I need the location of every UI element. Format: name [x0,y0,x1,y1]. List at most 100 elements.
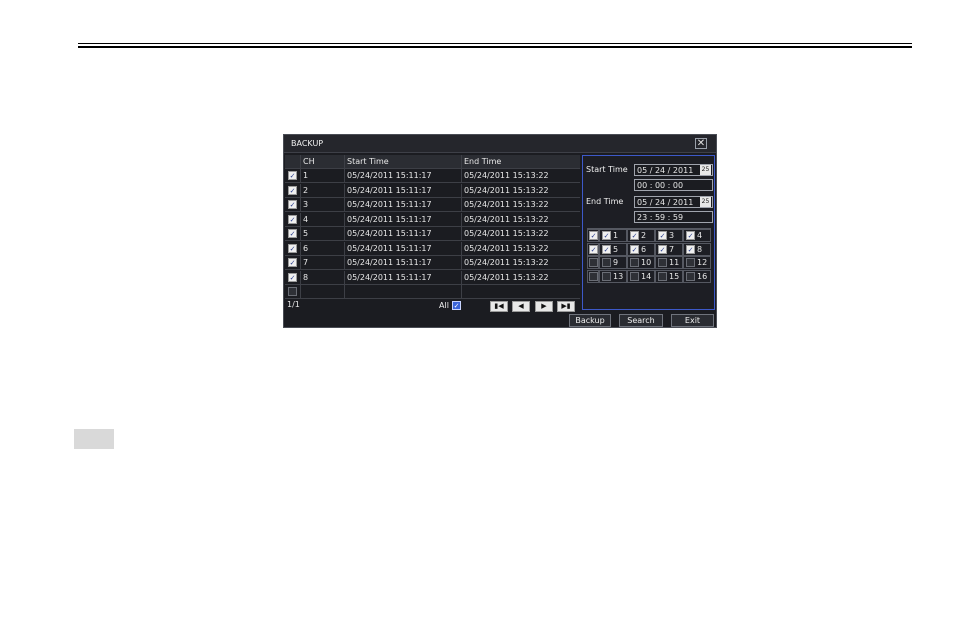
row-checkbox[interactable]: ✓ [288,243,297,253]
row-start-time: 05/24/2011 15:11:17 [344,198,461,212]
header-start-time: Start Time [344,155,461,169]
channel-number: 7 [669,244,675,254]
table-row[interactable]: ✓ 4 05/24/2011 15:11:17 05/24/2011 15:13:22 [285,212,580,227]
close-icon[interactable]: ✕ [695,138,707,149]
row-end-time: 05/24/2011 15:13:22 [461,169,579,183]
table-row[interactable]: ✓ 2 05/24/2011 15:11:17 05/24/2011 15:13:22 [285,183,580,198]
channel-cell: 13 [599,269,627,283]
channel-checkbox[interactable] [630,271,639,281]
channel-row-select [587,256,599,269]
table-row[interactable]: ✓ 6 05/24/2011 15:11:17 05/24/2011 15:13:22 [285,241,580,256]
all-label: All [439,301,449,310]
row-ch: 3 [300,198,344,212]
channel-cell: ✓ 7 [655,242,683,256]
backup-button[interactable]: Backup [569,314,611,327]
channel-cell: ✓ 5 [599,242,627,256]
channel-number: 1 [613,231,619,240]
header-ch: CH [300,155,344,169]
exit-button[interactable]: Exit [671,314,714,327]
channel-cell: ✓ 1 [599,229,627,242]
row-checkbox[interactable]: ✓ [288,185,297,195]
row-checkbox[interactable]: ✓ [288,214,297,224]
channel-number: 16 [697,271,708,281]
table-row[interactable]: ✓ 5 05/24/2011 15:11:17 05/24/2011 15:13:22 [285,227,580,241]
select-all-checkbox[interactable]: ✓ [452,301,461,310]
channel-cell: ✓ 8 [683,242,711,256]
row-end-time: 05/24/2011 15:13:22 [461,198,579,212]
row-checkbox[interactable]: ✓ [288,272,297,282]
channel-cell: 12 [683,256,711,269]
row-start-time: 05/24/2011 15:11:17 [344,227,461,241]
channel-cell: 10 [627,256,655,269]
channel-cell: 16 [683,269,711,283]
start-calendar-icon[interactable]: 25 [700,165,711,175]
channel-number: 10 [641,258,652,267]
header-end-time: End Time [461,155,579,169]
search-button[interactable]: Search [619,314,663,327]
prev-page-icon[interactable]: ◀ [512,301,530,312]
channel-checkbox[interactable] [630,258,639,267]
row-start-time: 05/24/2011 15:11:17 [344,212,461,227]
title-bar: BACKUP ✕ [284,135,716,153]
channel-checkbox[interactable] [658,258,667,267]
channel-row-checkbox[interactable]: ✓ [589,244,598,254]
row-checkbox[interactable]: ✓ [288,171,297,180]
row-end-time: 05/24/2011 15:13:22 [461,270,579,285]
row-checkbox[interactable]: ✓ [288,258,297,267]
channel-row-select: ✓ [587,229,599,242]
row-checkbox[interactable] [288,287,297,296]
channel-number: 14 [641,271,652,281]
channel-checkbox[interactable]: ✓ [658,244,667,254]
table-row[interactable]: ✓ 3 05/24/2011 15:11:17 05/24/2011 15:13:22 [285,198,580,212]
channel-checkbox[interactable] [658,271,667,281]
channel-checkbox[interactable]: ✓ [630,244,639,254]
channel-row-checkbox[interactable] [589,258,598,267]
row-end-time: 05/24/2011 15:13:22 [461,183,579,198]
row-select-cell [285,285,300,299]
next-page-icon[interactable]: ▶ [535,301,553,312]
end-time-label: End Time [586,197,624,206]
channel-number: 12 [697,258,708,267]
channel-number: 9 [613,258,619,267]
channel-checkbox[interactable] [602,258,611,267]
row-select-cell: ✓ [285,271,300,285]
row-select-cell: ✓ [285,198,300,212]
channel-cell: 9 [599,256,627,269]
channel-checkbox[interactable]: ✓ [630,231,639,240]
row-ch: 7 [300,256,344,270]
channel-row-checkbox[interactable] [589,271,598,281]
page-indicator: 1/1 [287,300,300,309]
row-select-cell: ✓ [285,242,300,256]
table-row[interactable]: ✓ 1 05/24/2011 15:11:17 05/24/2011 15:13:22 [285,169,580,183]
table-row[interactable] [285,285,580,299]
channel-grid: ✓ ✓ 1 ✓ 2 ✓ 3 ✓ 4 ✓ ✓ 5 ✓ 6 ✓ 7 ✓ 8 9 10 11 12 13 14 15 16 [587,228,711,285]
table-header: CH Start Time End Time [285,155,580,169]
channel-checkbox[interactable] [602,271,611,281]
first-page-icon[interactable]: ▮◀ [490,301,508,312]
note-marker [74,429,114,449]
row-checkbox[interactable]: ✓ [288,200,297,209]
row-ch: 8 [300,270,344,285]
row-select-cell: ✓ [285,256,300,270]
channel-cell: 11 [655,256,683,269]
channel-checkbox[interactable]: ✓ [686,244,695,254]
end-time-field[interactable]: 23 : 59 : 59 [634,211,713,223]
channel-cell: ✓ 4 [683,229,711,242]
row-checkbox[interactable]: ✓ [288,229,297,238]
channel-row-select [587,269,599,283]
channel-row-checkbox[interactable]: ✓ [589,231,598,240]
row-select-cell: ✓ [285,169,300,183]
last-page-icon[interactable]: ▶▮ [557,301,575,312]
channel-checkbox[interactable] [686,258,695,267]
row-ch: 4 [300,212,344,227]
window-title: BACKUP [291,139,324,148]
channel-checkbox[interactable]: ✓ [602,244,611,254]
channel-checkbox[interactable]: ✓ [602,231,611,240]
end-calendar-icon[interactable]: 25 [700,197,711,207]
channel-checkbox[interactable]: ✓ [658,231,667,240]
channel-checkbox[interactable] [686,271,695,281]
start-time-field[interactable]: 00 : 00 : 00 [634,179,713,191]
channel-checkbox[interactable]: ✓ [686,231,695,240]
table-row[interactable]: ✓ 8 05/24/2011 15:11:17 05/24/2011 15:13:22 [285,270,580,285]
table-row[interactable]: ✓ 7 05/24/2011 15:11:17 05/24/2011 15:13:22 [285,256,580,270]
